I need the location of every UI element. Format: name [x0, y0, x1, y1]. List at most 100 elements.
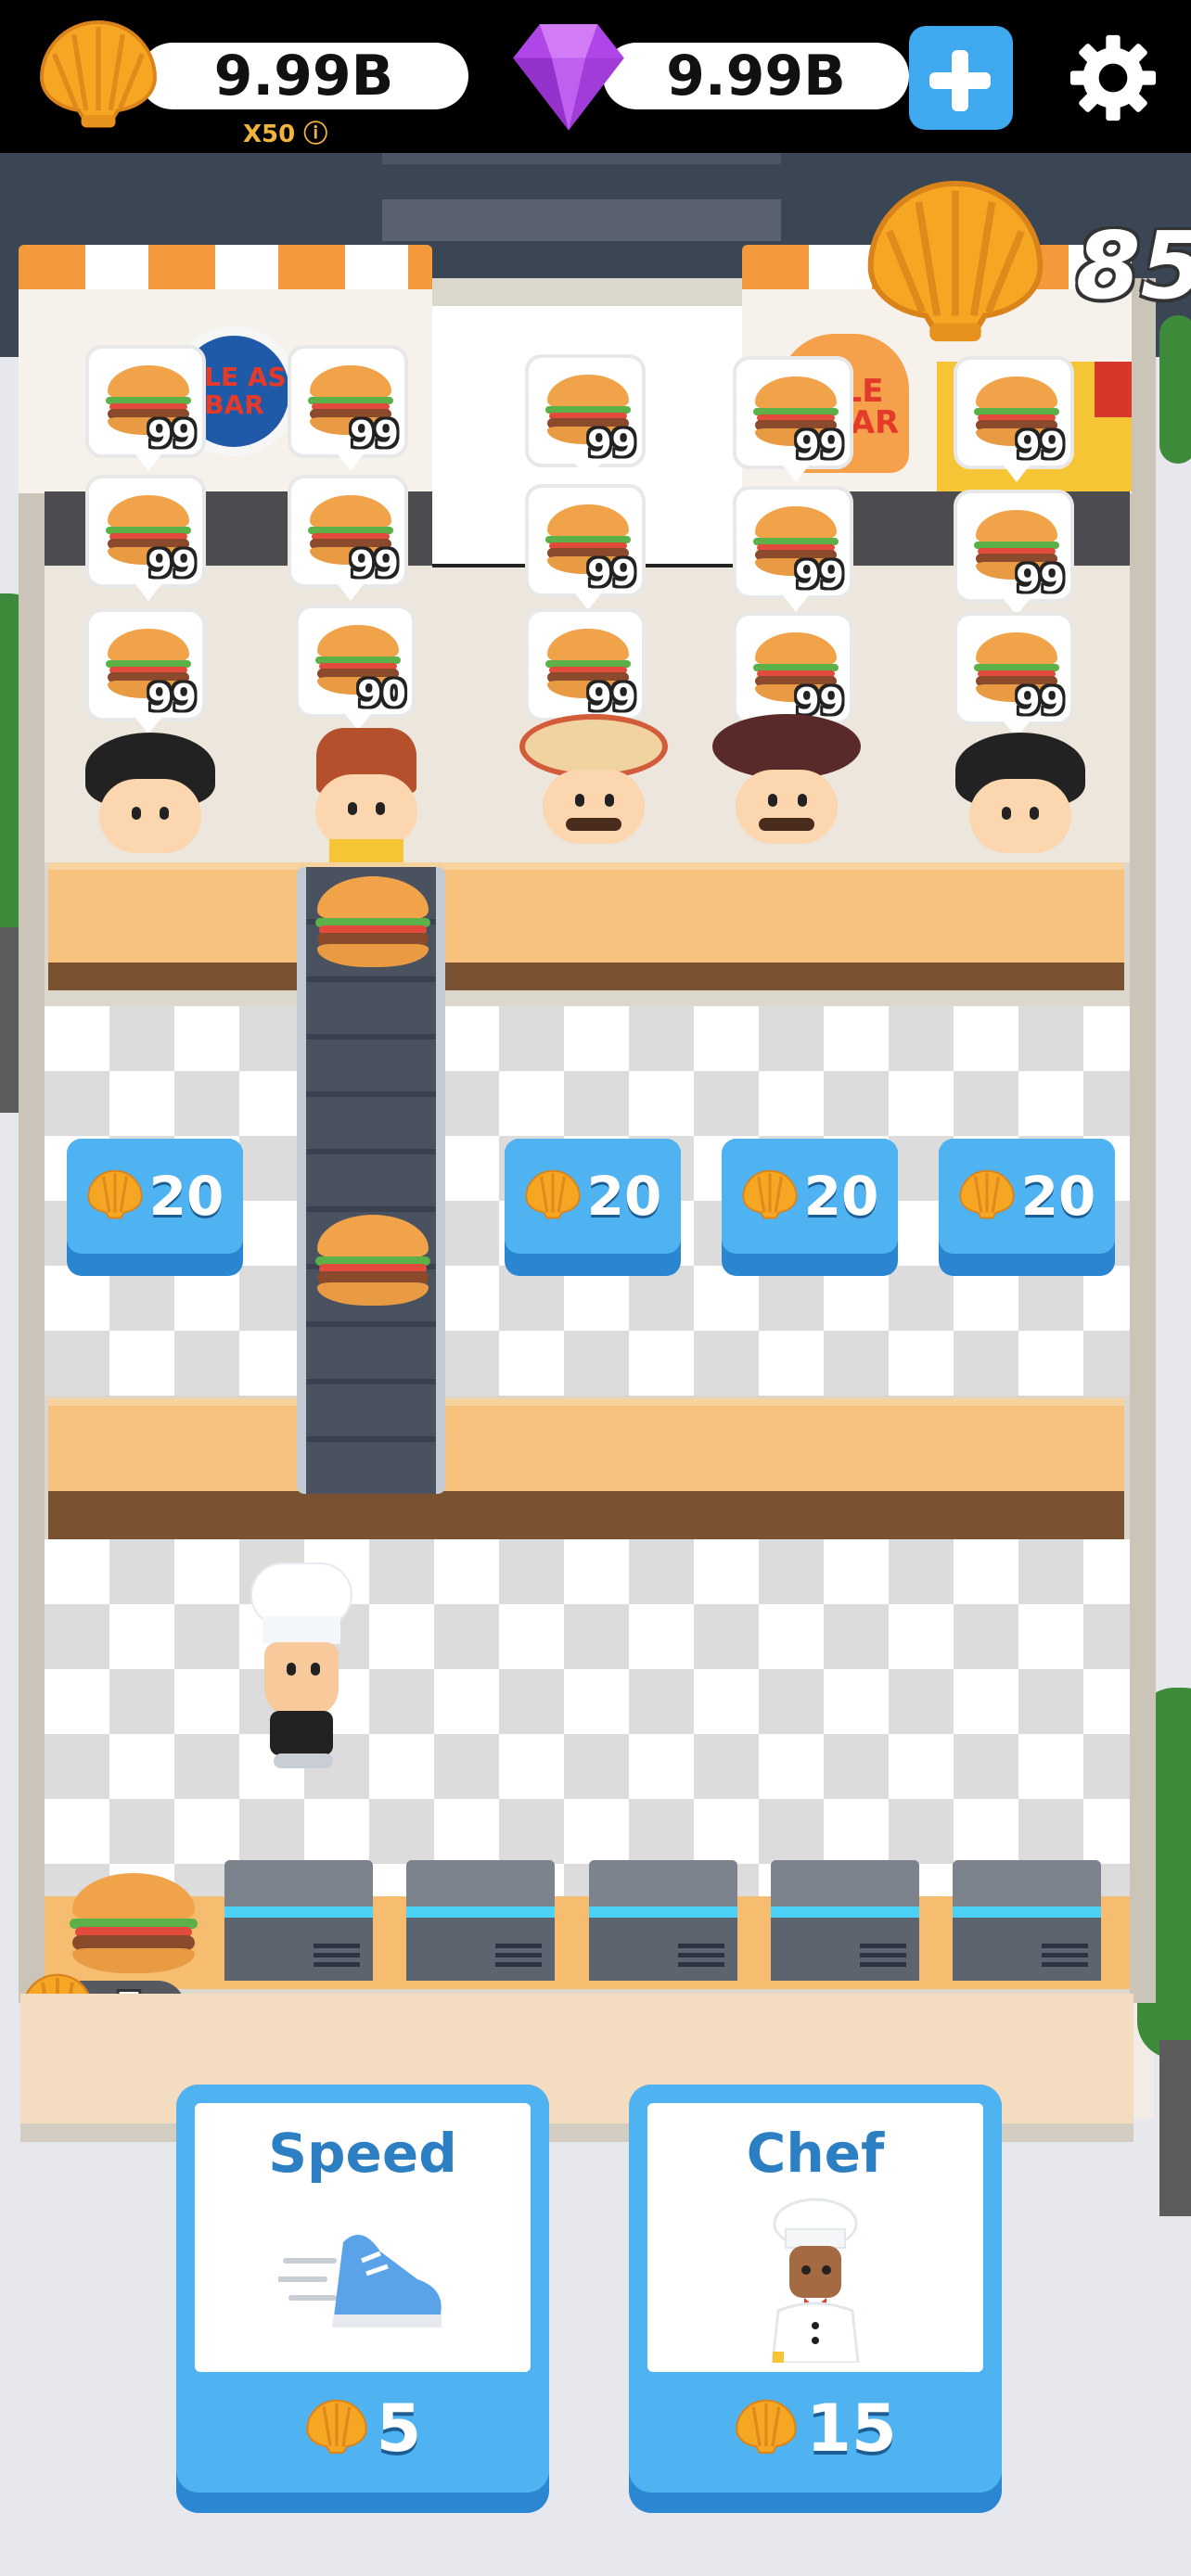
customer-face — [543, 770, 645, 844]
customer-face — [969, 779, 1071, 853]
road-stripe — [382, 199, 781, 241]
big-shell-icon — [863, 176, 1048, 356]
order-bubble: 99 — [525, 608, 646, 734]
gem-icon — [508, 17, 629, 139]
order-bubble: 99 — [85, 608, 206, 734]
chef-price: 15 — [806, 2391, 897, 2467]
speed-price: 5 — [376, 2391, 422, 2467]
wall-right — [1130, 278, 1156, 2003]
chef-avatar-icon — [750, 2196, 880, 2366]
customer-1[interactable] — [85, 733, 215, 867]
serving-counter-edge — [48, 963, 1124, 990]
right-sign-accent — [1095, 362, 1132, 417]
hire-price: 20 — [586, 1165, 662, 1228]
shell-icon — [742, 1169, 798, 1219]
order-count: 99 — [147, 677, 197, 718]
stove[interactable] — [771, 1860, 919, 1981]
speed-upgrade-card[interactable]: Speed 5 — [176, 2085, 549, 2513]
shell-icon — [525, 1169, 581, 1219]
order-bubble: 99 — [85, 475, 206, 601]
hire-price: 20 — [1020, 1165, 1096, 1228]
kitchen-floor — [45, 1539, 1130, 1901]
customer-face — [99, 779, 201, 853]
burger-on-conveyor — [314, 1215, 431, 1309]
chef-character[interactable] — [246, 1562, 357, 1785]
top-hud: 9.99B X50 ⓘ 9.99B — [0, 0, 1191, 153]
kitchen-counter-edge — [48, 1491, 1124, 1539]
customer-face — [315, 774, 417, 848]
shell-icon — [87, 1169, 143, 1219]
order-count: 99 — [350, 543, 399, 584]
burger-on-conveyor — [314, 876, 431, 971]
order-count: 99 — [1016, 425, 1065, 465]
chef-upgrade-card[interactable]: Chef 15 — [629, 2085, 1002, 2513]
stove[interactable] — [953, 1860, 1101, 1981]
order-count: 99 — [147, 414, 197, 454]
shell-icon — [305, 2399, 367, 2455]
mustache — [759, 818, 814, 831]
stove[interactable] — [406, 1860, 555, 1981]
order-bubble: 99 — [733, 356, 853, 482]
shells-multiplier: X50 ⓘ — [243, 121, 328, 148]
order-bubble: 99 — [525, 354, 646, 480]
order-count: 99 — [350, 414, 399, 454]
sneaker-icon — [275, 2205, 455, 2348]
customer-3[interactable] — [519, 714, 668, 867]
speed-card-price: 5 — [176, 2391, 549, 2467]
top-right-counter: 85 — [1076, 211, 1191, 320]
chef-card-price: 15 — [629, 2391, 1002, 2467]
hire-tile[interactable]: 20 — [505, 1139, 681, 1276]
order-bubble: 99 — [85, 345, 206, 471]
order-count: 99 — [587, 553, 636, 593]
order-count: 90 — [357, 673, 406, 714]
order-bubble: 99 — [954, 612, 1074, 738]
gems-value: 9.99B — [666, 44, 846, 108]
order-bubble: 99 — [733, 612, 853, 738]
wall-left — [19, 278, 45, 2003]
customer-2[interactable] — [311, 728, 422, 867]
shell-icon — [959, 1169, 1015, 1219]
chef-card-panel: Chef — [647, 2103, 983, 2372]
settings-gear-icon[interactable] — [1069, 33, 1158, 126]
order-bubble: 99 — [288, 475, 408, 601]
burger-stock[interactable] — [70, 1873, 198, 1977]
speed-card-panel: Speed — [195, 2103, 531, 2372]
mustache — [566, 818, 621, 831]
customer-5[interactable] — [955, 733, 1085, 867]
add-gems-button[interactable] — [909, 26, 1013, 130]
chef-card-title: Chef — [746, 2122, 885, 2185]
hire-tile[interactable]: 20 — [939, 1139, 1115, 1276]
order-bubble: 99 — [733, 486, 853, 612]
left-awning — [19, 245, 432, 289]
order-bubble: 99 — [954, 490, 1074, 616]
chef-hat-band — [263, 1616, 340, 1644]
order-count: 99 — [587, 423, 636, 464]
road-stripe — [382, 153, 781, 164]
order-count: 99 — [1016, 681, 1065, 721]
stove[interactable] — [589, 1860, 737, 1981]
customer-4[interactable] — [712, 714, 861, 867]
stove[interactable] — [224, 1860, 373, 1981]
shell-icon — [736, 2399, 797, 2455]
chef-face — [264, 1642, 339, 1716]
info-icon[interactable]: ⓘ — [303, 121, 327, 148]
hire-tile[interactable]: 20 — [67, 1139, 243, 1276]
hire-price: 20 — [148, 1165, 224, 1228]
order-bubble: 99 — [288, 345, 408, 471]
chef-body — [270, 1711, 333, 1755]
order-bubble: 90 — [295, 605, 416, 731]
order-count: 99 — [587, 677, 636, 718]
gems-counter: 9.99B — [603, 43, 909, 109]
order-count: 99 — [1016, 558, 1065, 599]
chef-shadow — [274, 1753, 333, 1768]
order-bubble: 99 — [954, 356, 1074, 482]
order-count: 99 — [795, 425, 844, 465]
tree-trunk — [0, 927, 19, 1113]
serving-counter — [48, 862, 1124, 970]
customer-face — [736, 770, 838, 844]
tree-top-right — [1159, 315, 1191, 464]
hire-tile[interactable]: 20 — [722, 1139, 898, 1276]
order-count: 99 — [795, 555, 844, 595]
order-count: 99 — [147, 543, 197, 584]
hire-price: 20 — [803, 1165, 879, 1228]
